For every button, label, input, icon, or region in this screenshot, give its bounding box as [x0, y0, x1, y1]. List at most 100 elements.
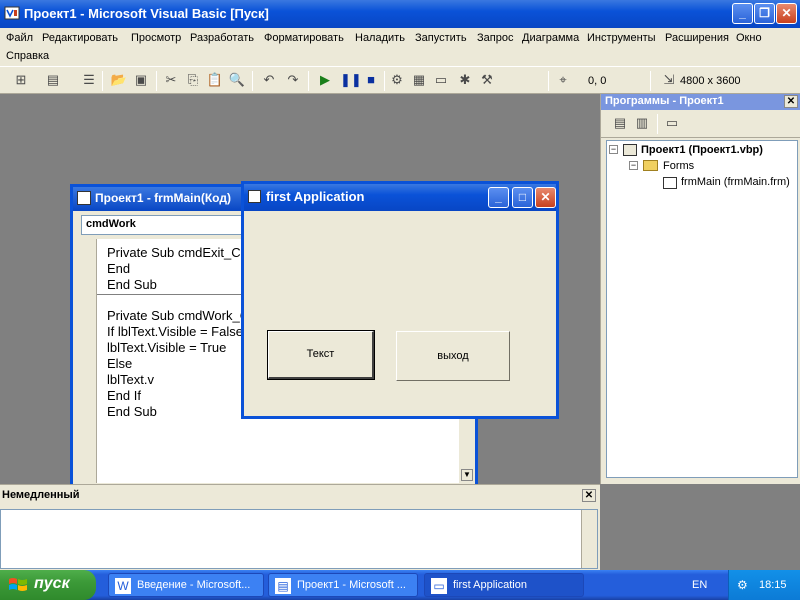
form-title: first Application: [266, 189, 365, 204]
immediate-title: Немедленный: [2, 489, 80, 501]
taskbar-item-label: Введение - Microsoft...: [137, 579, 251, 591]
size-icon: ⇲: [663, 72, 675, 87]
project-explorer-icon[interactable]: ⚙: [388, 72, 406, 88]
object-browser-icon[interactable]: ✱: [456, 72, 474, 88]
copy-icon[interactable]: ⎘: [184, 72, 202, 88]
text-button[interactable]: Текст: [267, 330, 375, 380]
menu-tools[interactable]: Инструменты: [587, 32, 656, 44]
menu-query[interactable]: Запрос: [477, 32, 513, 44]
tree-form-node[interactable]: frmMain (frmMain.frm): [681, 176, 790, 188]
exit-button[interactable]: выход: [396, 331, 510, 381]
code-line: End Sub: [107, 277, 157, 292]
folder-icon: [643, 160, 658, 171]
code-line: End If: [107, 388, 141, 403]
immediate-vertical-scrollbar[interactable]: [581, 510, 597, 568]
code-line: End Sub: [107, 404, 157, 419]
project-explorer: Программы - Проект1 ✕ ▤ ▥ ▭ − Проект1 (П…: [600, 94, 800, 484]
tree-project-node[interactable]: Проект1 (Проект1.vbp): [641, 144, 763, 156]
immediate-close-button[interactable]: ✕: [582, 489, 596, 502]
taskbar-item-vb[interactable]: ▤ Проект1 - Microsoft ...: [268, 573, 418, 597]
paste-icon[interactable]: 📋: [206, 72, 224, 88]
menu-diagram[interactable]: Диаграмма: [522, 32, 579, 44]
position-readout: 0, 0: [588, 75, 607, 87]
run-icon[interactable]: ▶: [316, 72, 334, 88]
language-indicator[interactable]: EN: [692, 579, 707, 591]
window-title: Проект1 - Microsoft Visual Basic [Пуск]: [24, 6, 269, 21]
visual-basic-icon: ▤: [275, 578, 291, 594]
form-layout-icon[interactable]: ▭: [432, 72, 450, 88]
view-object-icon[interactable]: ▥: [633, 115, 651, 131]
form-window[interactable]: first Application _ □ ✕ Текст выход: [241, 181, 559, 419]
clock[interactable]: 18:15: [759, 579, 787, 591]
menu-run[interactable]: Запустить: [415, 32, 467, 44]
immediate-title-bar: Немедленный ✕: [0, 485, 600, 505]
save-icon[interactable]: ▣: [132, 72, 150, 88]
code-window-icon: [77, 191, 91, 205]
properties-icon[interactable]: ▦: [410, 72, 428, 88]
taskbar-item-first-application[interactable]: ▭ first Application: [424, 573, 584, 597]
minimize-button[interactable]: _: [732, 3, 753, 24]
form-icon: ▭: [431, 578, 447, 594]
start-button[interactable]: пуск: [0, 570, 96, 600]
toolbox-icon[interactable]: ⚒: [478, 72, 496, 88]
restore-button[interactable]: ❐: [754, 3, 775, 24]
taskbar-item-label: Проект1 - Microsoft ...: [297, 579, 406, 591]
word-icon: W: [115, 578, 131, 594]
menu-file[interactable]: Файл: [6, 32, 33, 44]
taskbar-item-word[interactable]: W Введение - Microsoft...: [108, 573, 264, 597]
start-label: пуск: [34, 575, 70, 592]
immediate-input[interactable]: [0, 509, 598, 569]
main-title-bar[interactable]: Проект1 - Microsoft Visual Basic [Пуск] …: [0, 0, 800, 28]
menu-format[interactable]: Форматировать: [264, 32, 344, 44]
position-icon: ⌖: [559, 72, 567, 87]
menu-window[interactable]: Окно: [736, 32, 762, 44]
add-form-icon[interactable]: ▤: [44, 72, 62, 88]
menu-view[interactable]: Просмотр: [131, 32, 181, 44]
visual-basic-icon: [4, 6, 20, 20]
project-explorer-title-bar: Программы - Проект1 ✕: [601, 94, 800, 110]
pause-icon[interactable]: ❚❚: [340, 72, 362, 88]
menu-addins[interactable]: Расширения: [665, 32, 729, 44]
system-tray: ⚙ 18:15: [728, 570, 800, 600]
menu-edit[interactable]: Редактировать: [42, 32, 118, 44]
form-minimize-button[interactable]: _: [488, 187, 509, 208]
object-combo[interactable]: cmdWork: [81, 215, 251, 235]
menu-debug[interactable]: Наладить: [355, 32, 405, 44]
project-explorer-title: Программы - Проект1: [605, 95, 724, 107]
menu-help[interactable]: Справка: [6, 50, 49, 62]
network-icon[interactable]: ⚙: [737, 578, 748, 592]
open-folder-icon[interactable]: 📂: [110, 72, 128, 88]
standard-toolbar: ⊞ ▤ ☰ 📂 ▣ ✂ ⎘ 📋 🔍 ↶ ↷ ▶ ❚❚ ■ ⚙ ▦ ▭ ✱ ⚒ ⌖…: [0, 66, 800, 94]
stop-icon[interactable]: ■: [362, 72, 380, 88]
form-maximize-button[interactable]: □: [512, 187, 533, 208]
project-explorer-toolbar: ▤ ▥ ▭: [601, 110, 800, 138]
add-project-icon[interactable]: ⊞: [12, 72, 30, 88]
immediate-window[interactable]: Немедленный ✕: [0, 484, 600, 570]
project-tree[interactable]: − Проект1 (Проект1.vbp) − Forms frmMain …: [606, 140, 798, 478]
tree-forms-folder[interactable]: Forms: [663, 160, 694, 172]
menu-editor-icon[interactable]: ☰: [80, 72, 98, 88]
project-explorer-close-button[interactable]: ✕: [784, 95, 798, 108]
taskbar-item-label: first Application: [453, 579, 527, 591]
project-icon: [623, 144, 637, 156]
code-line: End: [107, 261, 131, 276]
redo-icon[interactable]: ↷: [284, 72, 302, 88]
menu-project[interactable]: Разработать: [190, 32, 254, 44]
code-margin: [73, 239, 97, 483]
form-title-bar[interactable]: first Application _ □ ✕: [244, 184, 556, 211]
collapse-icon[interactable]: −: [629, 161, 638, 170]
collapse-icon[interactable]: −: [609, 145, 618, 154]
scroll-down-icon[interactable]: ▼: [461, 469, 473, 481]
windows-logo-icon: [9, 578, 27, 591]
code-line: lblText.Visible = True: [107, 340, 227, 355]
code-line: Else: [107, 356, 133, 371]
code-line: lblText.v: [107, 372, 154, 387]
cut-icon[interactable]: ✂: [162, 72, 180, 88]
undo-icon[interactable]: ↶: [260, 72, 278, 88]
find-icon[interactable]: 🔍: [228, 72, 246, 88]
view-code-icon[interactable]: ▤: [611, 115, 629, 131]
close-button[interactable]: ✕: [776, 3, 797, 24]
toggle-folders-icon[interactable]: ▭: [663, 115, 681, 131]
form-close-button[interactable]: ✕: [535, 187, 556, 208]
taskbar: пуск W Введение - Microsoft... ▤ Проект1…: [0, 570, 800, 600]
